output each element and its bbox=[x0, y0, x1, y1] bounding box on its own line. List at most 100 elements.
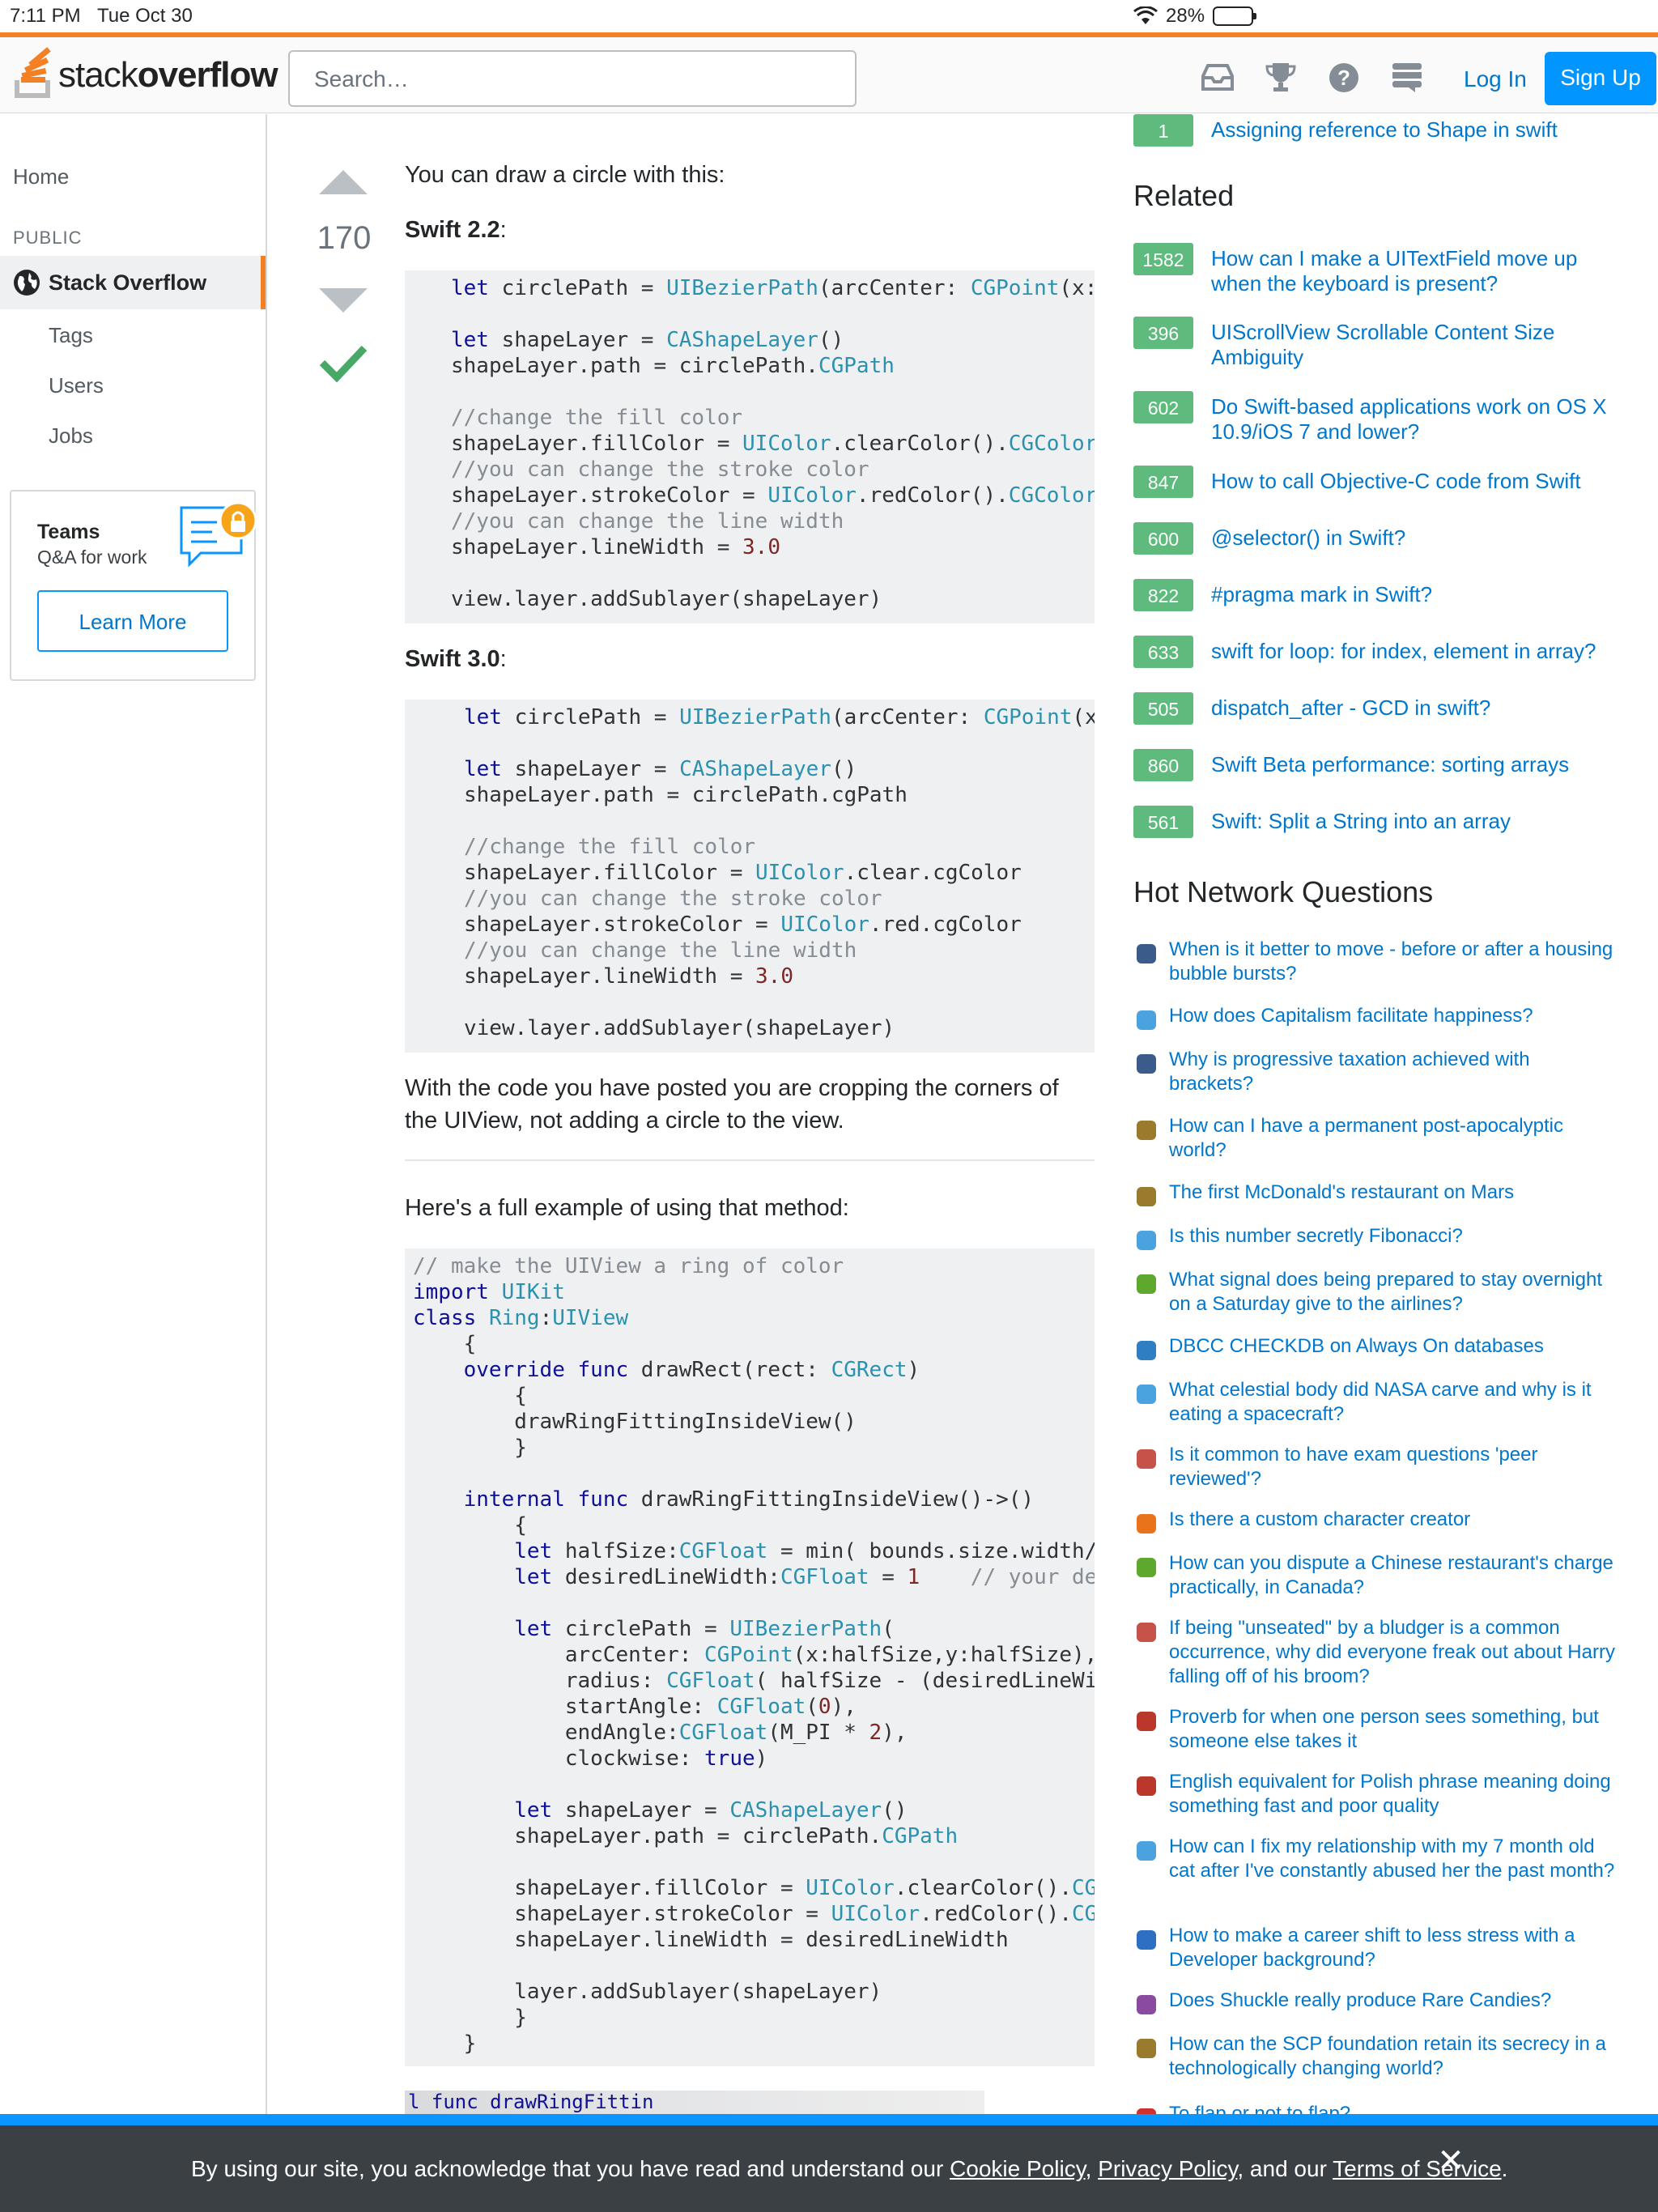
close-icon[interactable]: ✕ bbox=[1435, 2145, 1467, 2177]
nav-stack-overflow-label: Stack Overflow bbox=[49, 270, 207, 295]
related-question[interactable]: 561 Swift: Split a String into an array bbox=[1133, 806, 1619, 857]
hot-network-question-title[interactable]: How can I have a permanent post-apocalyp… bbox=[1169, 1114, 1619, 1163]
hot-network-question-title[interactable]: What celestial body did NASA carve and w… bbox=[1169, 1378, 1619, 1427]
related-question[interactable]: 822 #pragma mark in Swift? bbox=[1133, 579, 1619, 631]
site-logo[interactable]: stackoverflow bbox=[11, 47, 278, 104]
related-question-title[interactable]: swift for loop: for index, element in ar… bbox=[1211, 639, 1616, 664]
hot-network-question-title[interactable]: When is it better to move - before or af… bbox=[1169, 938, 1619, 986]
globe-icon bbox=[14, 270, 40, 296]
related-question[interactable]: 396 UIScrollView Scrollable Content Size … bbox=[1133, 317, 1619, 370]
related-question-title[interactable]: Do Swift-based applications work on OS X… bbox=[1211, 394, 1616, 445]
worldbuilding-site-icon bbox=[1137, 1121, 1156, 1140]
related-question-title[interactable]: @selector() in Swift? bbox=[1211, 525, 1616, 551]
worldbuilding-site-icon bbox=[1137, 1187, 1156, 1206]
linked-question[interactable]: 1 Assigning reference to Shape in swift bbox=[1133, 114, 1619, 147]
site-switcher-icon[interactable] bbox=[1388, 62, 1426, 94]
english-site-icon bbox=[1137, 1712, 1156, 1731]
hot-network-question-title[interactable]: How can I fix my relationship with my 7 … bbox=[1169, 1835, 1619, 1883]
code-block-swift30: let circlePath = UIBezierPath(arcCenter:… bbox=[405, 700, 1095, 1053]
nav-users[interactable]: Users bbox=[49, 373, 104, 398]
related-question-score: 847 bbox=[1133, 466, 1193, 498]
hot-network-question-title[interactable]: Is this number secretly Fibonacci? bbox=[1169, 1224, 1619, 1249]
hot-network-question-title[interactable]: How can the SCP foundation retain its se… bbox=[1169, 2032, 1619, 2081]
linked-question-title[interactable]: Assigning reference to Shape in swift bbox=[1211, 117, 1616, 143]
wifi-icon bbox=[1133, 6, 1158, 24]
nav-section-public: PUBLIC bbox=[13, 228, 83, 248]
learn-more-button[interactable]: Learn More bbox=[37, 590, 228, 652]
upvote-arrow-icon[interactable] bbox=[319, 170, 368, 194]
related-question[interactable]: 860 Swift Beta performance: sorting array… bbox=[1133, 749, 1619, 801]
logo-text: stackoverflow bbox=[58, 55, 278, 95]
hot-network-question-title[interactable]: How does Capitalism facilitate happiness… bbox=[1169, 1004, 1619, 1028]
inbox-icon[interactable] bbox=[1198, 62, 1237, 94]
divider bbox=[405, 1159, 1095, 1161]
related-question[interactable]: 505 dispatch_after - GCD in swift? bbox=[1133, 692, 1619, 744]
terms-of-service-link[interactable]: Terms of Service bbox=[1333, 2156, 1502, 2181]
worldbuilding-site-icon bbox=[1137, 2039, 1156, 2058]
svg-text:?: ? bbox=[1337, 66, 1350, 90]
nav-stack-overflow[interactable]: Stack Overflow bbox=[0, 256, 266, 309]
hot-network-question-title[interactable]: Is it common to have exam questions 'pee… bbox=[1169, 1443, 1619, 1491]
banner-accent-bar bbox=[0, 2114, 1658, 2125]
related-question[interactable]: 847 How to call Objective-C code from Swi… bbox=[1133, 466, 1619, 517]
hot-network-question-title[interactable]: How can you dispute a Chinese restaurant… bbox=[1169, 1551, 1619, 1600]
signup-button[interactable]: Sign Up bbox=[1545, 52, 1656, 105]
academia-site-icon bbox=[1137, 1449, 1156, 1469]
space-site-icon bbox=[1137, 1385, 1156, 1404]
hot-network-question-title[interactable]: How to make a career shift to less stres… bbox=[1169, 1924, 1619, 1972]
status-right: 28% bbox=[1133, 5, 1619, 28]
hot-network-question-title[interactable]: Is there a custom character creator bbox=[1169, 1508, 1619, 1532]
related-question-score: 505 bbox=[1133, 692, 1193, 725]
related-question-score: 822 bbox=[1133, 579, 1193, 611]
related-question-title[interactable]: dispatch_after - GCD in swift? bbox=[1211, 696, 1616, 721]
related-question-score: 396 bbox=[1133, 317, 1193, 349]
top-bar: stackoverflow Search… ? Log In Sign Up bbox=[0, 32, 1658, 113]
downvote-arrow-icon[interactable] bbox=[319, 288, 368, 313]
hot-network-question-title[interactable]: DBCC CHECKDB on Always On databases bbox=[1169, 1334, 1619, 1359]
related-question-title[interactable]: How to call Objective-C code from Swift bbox=[1211, 469, 1616, 494]
related-question[interactable]: 600 @selector() in Swift? bbox=[1133, 522, 1619, 574]
aviation-site-icon bbox=[1137, 1274, 1156, 1294]
achievements-trophy-icon[interactable] bbox=[1261, 62, 1300, 94]
answer-intro: You can draw a circle with this: bbox=[405, 162, 725, 188]
related-question[interactable]: 633 swift for loop: for index, element in… bbox=[1133, 636, 1619, 687]
related-question-title[interactable]: #pragma mark in Swift? bbox=[1211, 582, 1616, 607]
travel-site-icon bbox=[1137, 1558, 1156, 1577]
related-question-title[interactable]: Swift Beta performance: sorting arrays bbox=[1211, 752, 1616, 777]
login-button[interactable]: Log In bbox=[1449, 57, 1541, 102]
ios-status-bar: 7:11 PM Tue Oct 30 28% bbox=[0, 0, 1658, 32]
search-input[interactable]: Search… bbox=[288, 50, 857, 107]
nav-jobs[interactable]: Jobs bbox=[49, 423, 93, 449]
hot-network-question-title[interactable]: If being "unseated" by a bludger is a co… bbox=[1169, 1616, 1619, 1689]
teams-promo: Teams Q&A for work Learn More bbox=[10, 490, 257, 681]
hot-network-question-title[interactable]: The first McDonald's restaurant on Mars bbox=[1169, 1180, 1619, 1205]
hot-network-question-title[interactable]: English equivalent for Polish phrase mea… bbox=[1169, 1770, 1619, 1819]
swift30-heading: Swift 3.0: bbox=[405, 646, 507, 672]
left-sidebar: Home PUBLIC Stack Overflow Tags Users Jo… bbox=[0, 114, 267, 2114]
related-question-title[interactable]: How can I make a UITextField move up whe… bbox=[1211, 246, 1616, 296]
cookie-text: By using our site, you acknowledge that … bbox=[191, 2156, 1508, 2181]
privacy-policy-link[interactable]: Privacy Policy bbox=[1098, 2156, 1237, 2181]
hot-network-question-title[interactable]: Proverb for when one person sees somethi… bbox=[1169, 1705, 1619, 1754]
related-question-title[interactable]: UIScrollView Scrollable Content Size Amb… bbox=[1211, 320, 1616, 370]
cookie-policy-link[interactable]: Cookie Policy bbox=[950, 2156, 1086, 2181]
vote-count: 170 bbox=[317, 220, 372, 256]
english-site-icon bbox=[1137, 1776, 1156, 1796]
teams-title: Teams bbox=[37, 521, 100, 543]
pets-site-icon bbox=[1137, 1841, 1156, 1861]
stackoverflow-logo-icon bbox=[11, 47, 53, 101]
hot-network-question-title[interactable]: What signal does being prepared to stay … bbox=[1169, 1268, 1619, 1317]
help-icon[interactable]: ? bbox=[1324, 62, 1363, 94]
answer-paragraph: With the code you have posted you are cr… bbox=[405, 1075, 1059, 1134]
related-question-title[interactable]: Swift: Split a String into an array bbox=[1211, 809, 1616, 834]
nav-home[interactable]: Home bbox=[13, 164, 69, 189]
hot-network-question-title[interactable]: Why is progressive taxation achieved wit… bbox=[1169, 1048, 1619, 1096]
related-question[interactable]: 1582 How can I make a UITextField move up… bbox=[1133, 243, 1619, 296]
status-time: 7:11 PM bbox=[10, 5, 81, 27]
nav-tags[interactable]: Tags bbox=[49, 323, 93, 348]
related-question[interactable]: 602 Do Swift-based applications work on O… bbox=[1133, 391, 1619, 445]
screenshot-image-peek: l func drawRingFittin bbox=[405, 2091, 984, 2115]
hot-network-question-title[interactable]: Does Shuckle really produce Rare Candies… bbox=[1169, 1989, 1619, 2013]
accepted-checkmark-icon bbox=[319, 345, 368, 382]
dba-site-icon bbox=[1137, 1341, 1156, 1360]
